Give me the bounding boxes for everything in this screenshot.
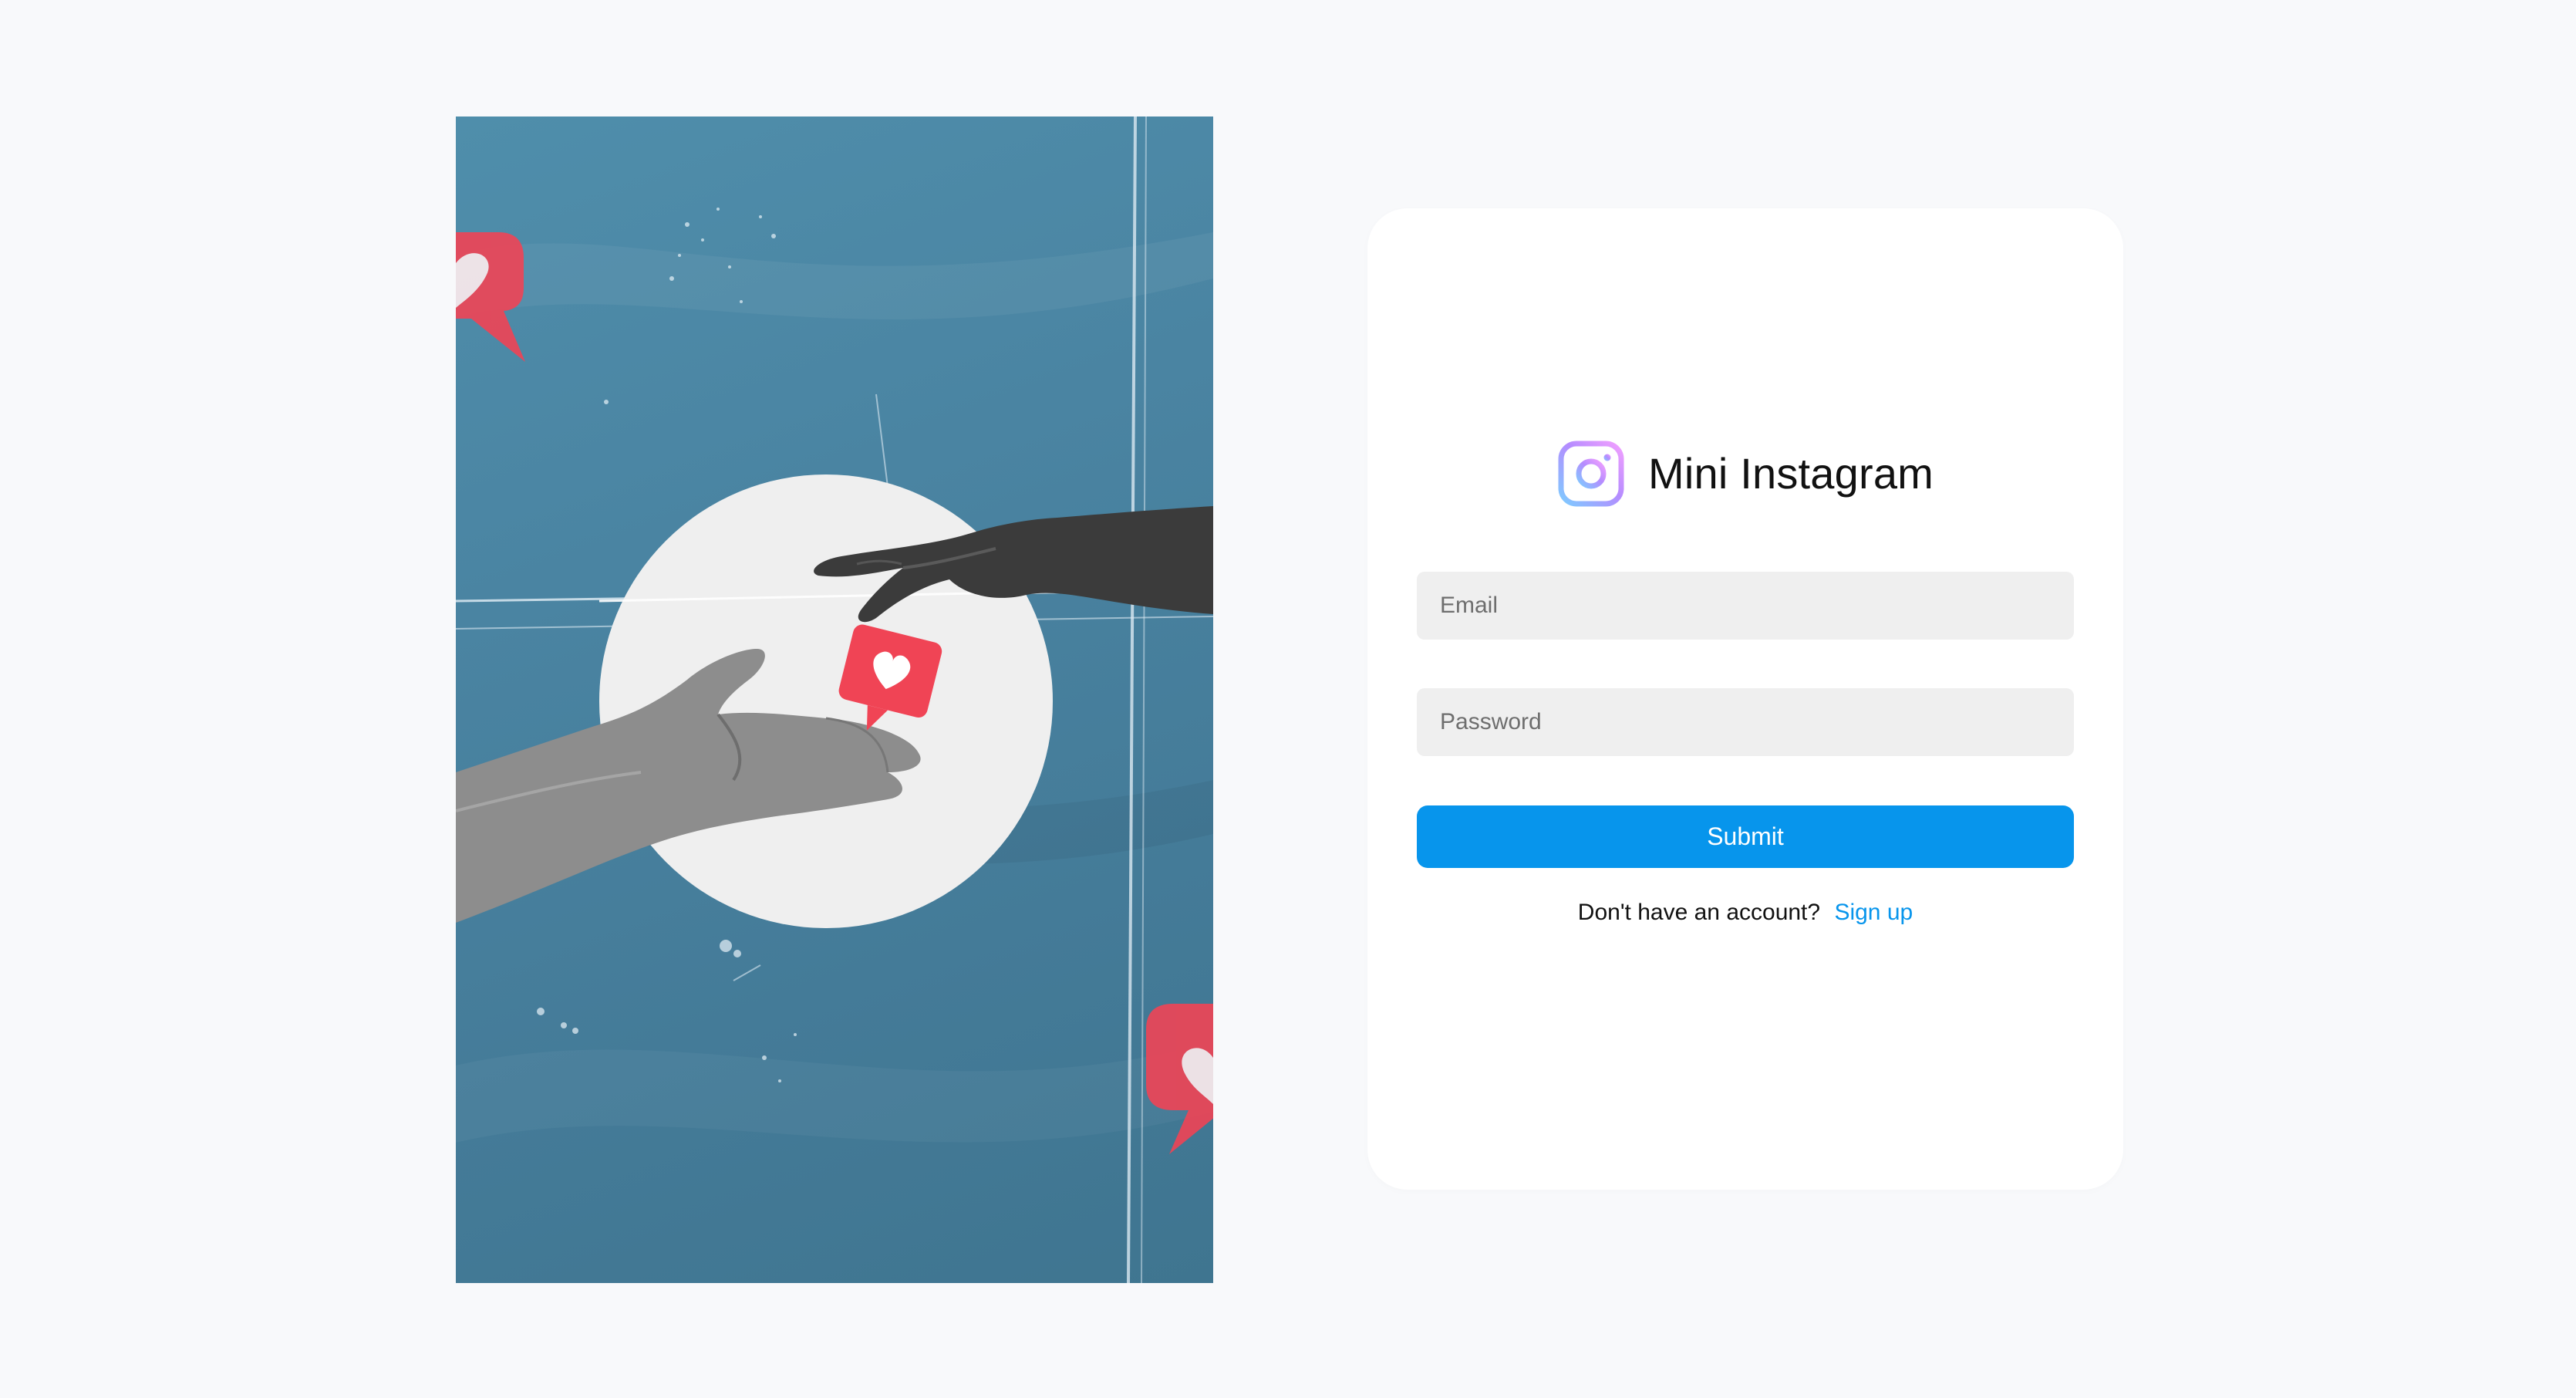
signup-row: Don't have an account? Sign up: [1367, 900, 2123, 926]
brand-header: Mini Instagram: [1367, 437, 2123, 511]
app-title: Mini Instagram: [1647, 449, 1934, 498]
password-input[interactable]: [1417, 688, 2074, 756]
signup-prompt: Don't have an account?: [1577, 900, 1821, 925]
signup-link[interactable]: Sign up: [1834, 900, 1913, 925]
submit-button[interactable]: Submit: [1417, 805, 2074, 868]
hero-illustration: [456, 117, 1213, 1283]
instagram-logo-icon: [1558, 441, 1624, 507]
email-input[interactable]: [1417, 572, 2074, 640]
login-card: Mini Instagram Submit Don't have an acco…: [1367, 208, 2123, 1190]
